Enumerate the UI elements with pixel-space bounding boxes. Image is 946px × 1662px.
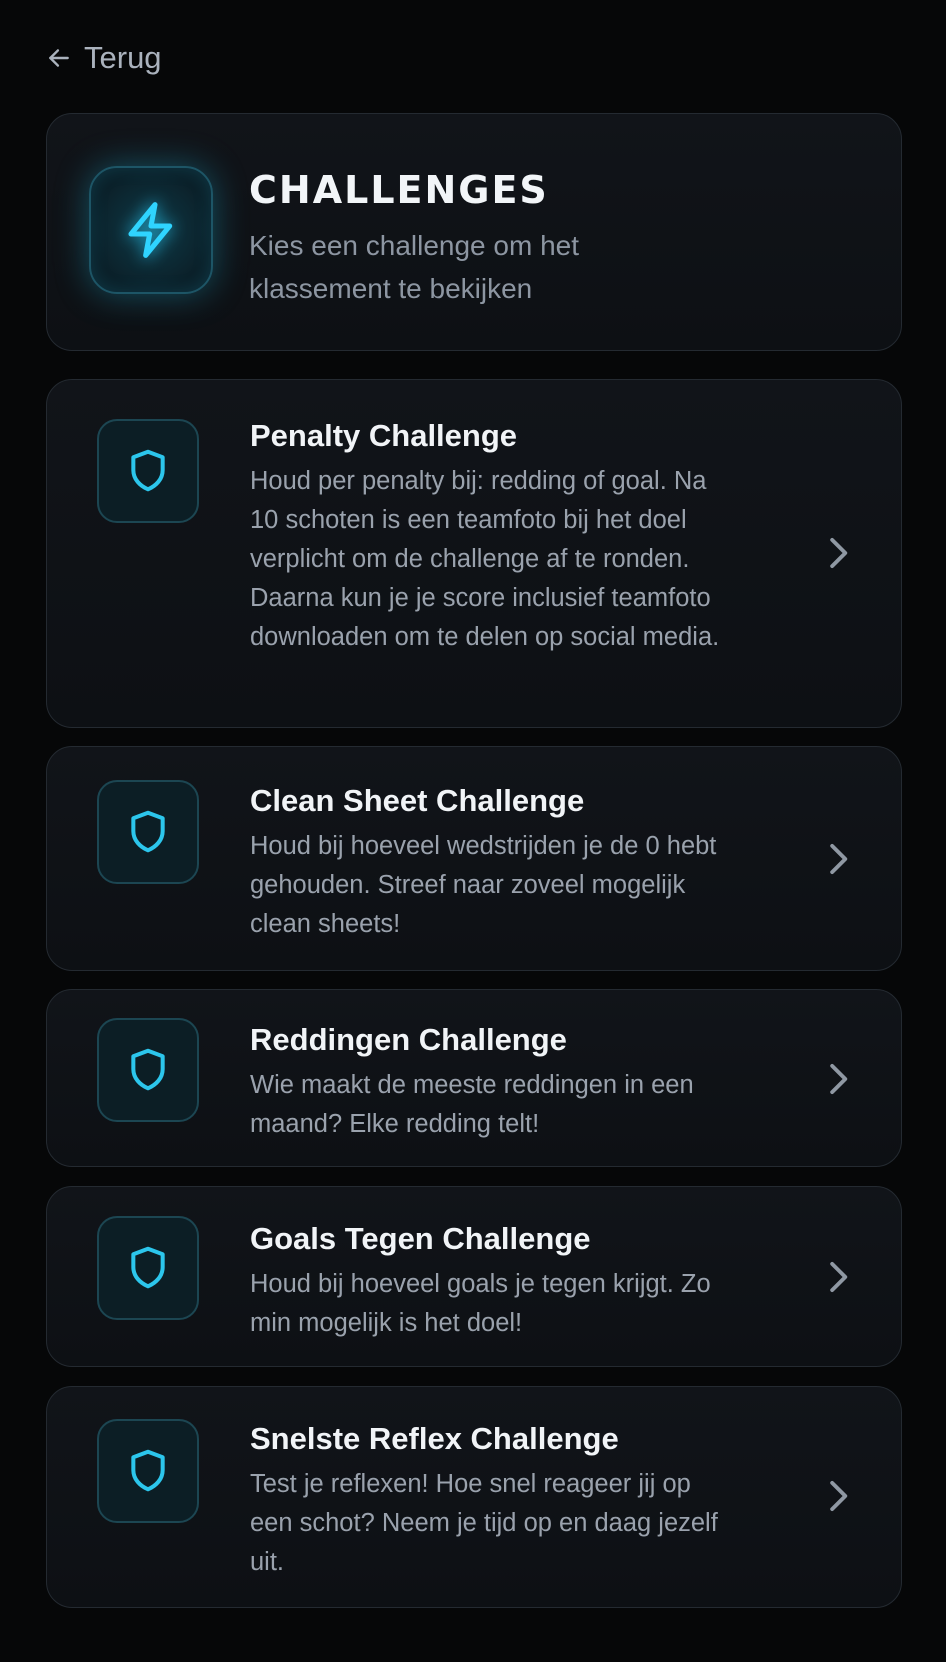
challenge-description: Houd bij hoeveel goals je tegen krijgt. … bbox=[250, 1270, 711, 1337]
challenge-title: Clean Sheet Challenge bbox=[250, 783, 585, 818]
challenge-description: Houd per penalty bij: redding of goal. N… bbox=[250, 467, 720, 651]
lightning-icon bbox=[89, 166, 213, 294]
challenge-description: Test je reflexen! Hoe snel reageer jij o… bbox=[250, 1470, 718, 1576]
challenge-title: Penalty Challenge bbox=[250, 418, 518, 453]
challenge-card-reddingen[interactable]: Reddingen Challenge Wie maakt de meeste … bbox=[46, 989, 902, 1167]
back-label: Terug bbox=[84, 40, 162, 75]
challenge-card-clean-sheet[interactable]: Clean Sheet Challenge Houd bij hoeveel w… bbox=[46, 746, 902, 971]
shield-icon bbox=[97, 1216, 199, 1320]
chevron-right-icon bbox=[830, 1063, 848, 1095]
page-title: CHALLENGES bbox=[249, 168, 549, 212]
challenge-card-penalty[interactable]: Penalty Challenge Houd per penalty bij: … bbox=[46, 379, 902, 728]
chevron-right-icon bbox=[830, 1480, 848, 1512]
header-card: CHALLENGES Kies een challenge om het kla… bbox=[46, 113, 902, 351]
challenge-description: Houd bij hoeveel wedstrijden je de 0 heb… bbox=[250, 832, 717, 938]
challenge-title: Goals Tegen Challenge bbox=[250, 1221, 591, 1256]
challenges-screen: Terug CHALLENGES Kies een challenge om h… bbox=[0, 0, 946, 1662]
shield-icon bbox=[97, 1018, 199, 1122]
challenge-card-goals-tegen[interactable]: Goals Tegen Challenge Houd bij hoeveel g… bbox=[46, 1186, 902, 1367]
arrow-left-icon bbox=[49, 49, 69, 67]
challenge-title: Snelste Reflex Challenge bbox=[250, 1421, 619, 1456]
shield-icon bbox=[97, 1419, 199, 1523]
back-button[interactable]: Terug bbox=[46, 36, 162, 80]
shield-icon bbox=[97, 780, 199, 884]
chevron-right-icon bbox=[830, 843, 848, 875]
chevron-right-icon bbox=[830, 537, 848, 569]
challenge-card-snelste-reflex[interactable]: Snelste Reflex Challenge Test je reflexe… bbox=[46, 1386, 902, 1608]
page-subtitle: Kies een challenge om het klassement te … bbox=[249, 230, 579, 304]
shield-icon bbox=[97, 419, 199, 523]
chevron-right-icon bbox=[830, 1261, 848, 1293]
challenge-description: Wie maakt de meeste reddingen in een maa… bbox=[250, 1071, 694, 1138]
challenge-title: Reddingen Challenge bbox=[250, 1022, 567, 1057]
